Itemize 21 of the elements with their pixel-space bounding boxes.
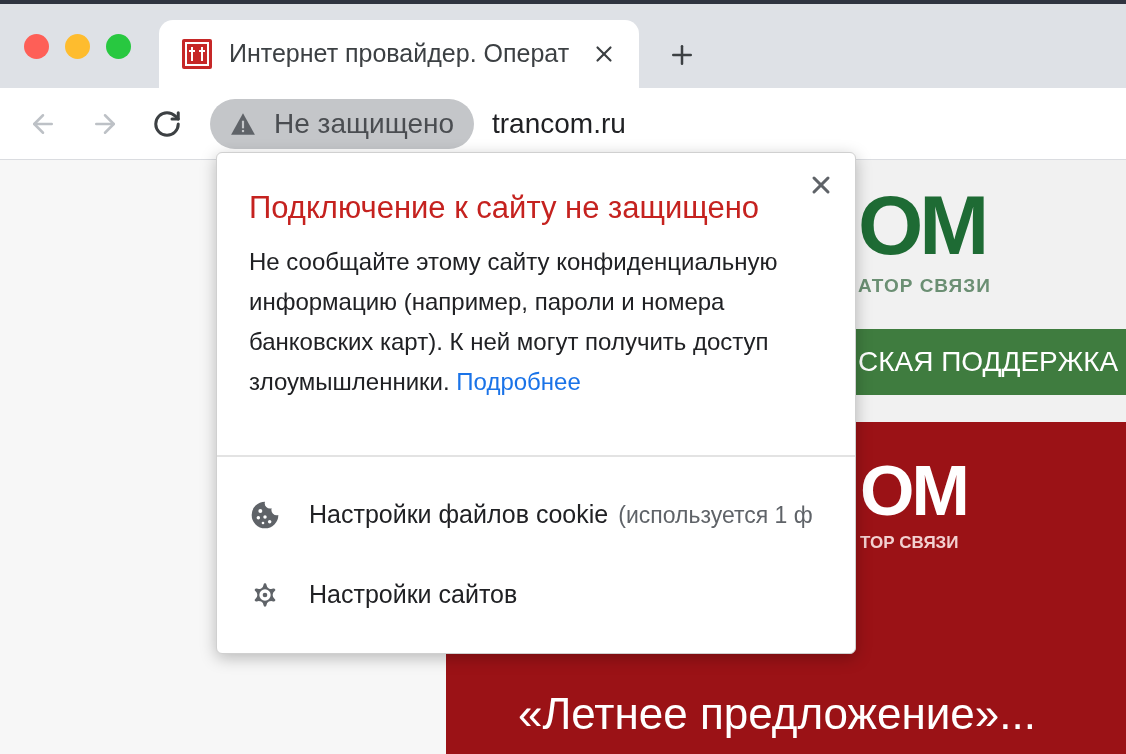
settings-menu-item[interactable]: Настройки файлов cookie (используется 1 ф (217, 475, 855, 555)
learn-more-link[interactable]: Подробнее (456, 367, 581, 395)
banner-logo-text: OM (860, 462, 967, 520)
minimize-window-button[interactable] (65, 33, 90, 59)
settings-menu-item[interactable]: Настройки сайтов (217, 555, 855, 635)
security-chip[interactable]: Не защищено (210, 98, 474, 149)
browser-tab[interactable]: Интернет провайдер. Операт (159, 20, 639, 88)
tab-title: Интернет провайдер. Операт (229, 38, 570, 70)
warning-icon (230, 111, 256, 136)
cookie-icon (249, 499, 281, 531)
reload-icon[interactable] (152, 108, 182, 139)
logo-tagline: АТОР СВЯЗИ (858, 274, 991, 298)
zoom-window-button[interactable] (106, 33, 131, 59)
site-logo-text: OM (858, 192, 986, 258)
warning-text: Не сообщайте этому сайту конфиденциальную информацию (например, пароли и номера банковских карт). К ней могут получить доступ злоумышленники. Подробнее (248, 246, 779, 397)
close-window-button[interactable] (24, 33, 49, 59)
site-favicon (181, 38, 213, 70)
address-text[interactable]: trancom.ru (492, 102, 626, 145)
popup-title: Подключение к сайту не защищено (249, 189, 760, 227)
banner-subheading: «Летнее предложение»... (518, 687, 1036, 740)
banner-tagline: ТОР СВЯЗИ (860, 532, 959, 554)
